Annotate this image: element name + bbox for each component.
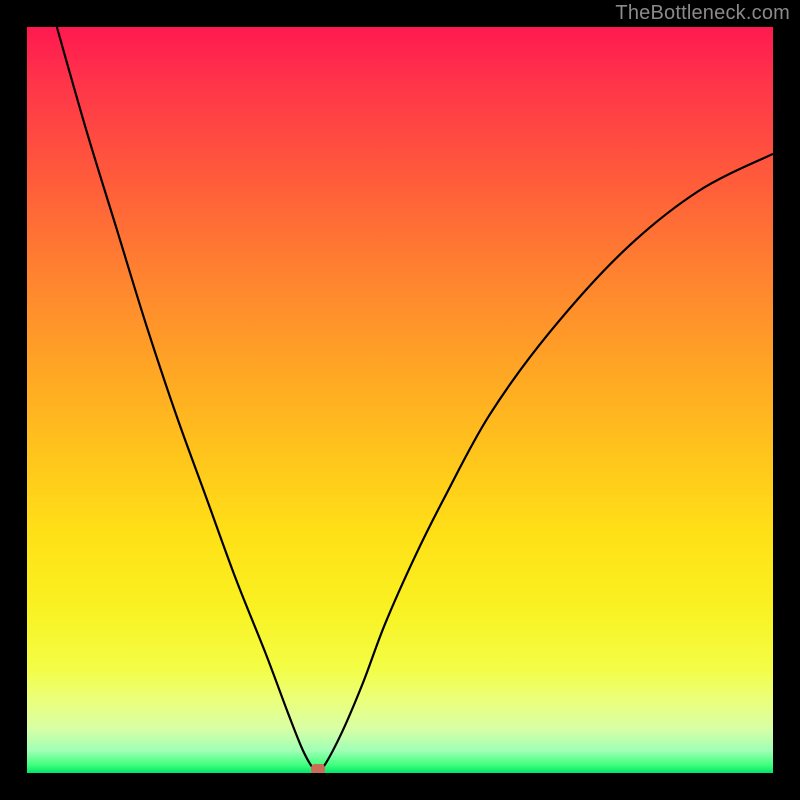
current-point-marker [311, 764, 325, 773]
bottleneck-curve-svg [27, 27, 773, 773]
watermark-label: TheBottleneck.com [615, 2, 790, 25]
bottleneck-curve-line [57, 27, 773, 773]
chart-frame: TheBottleneck.com [0, 0, 800, 800]
plot-area [27, 27, 773, 773]
